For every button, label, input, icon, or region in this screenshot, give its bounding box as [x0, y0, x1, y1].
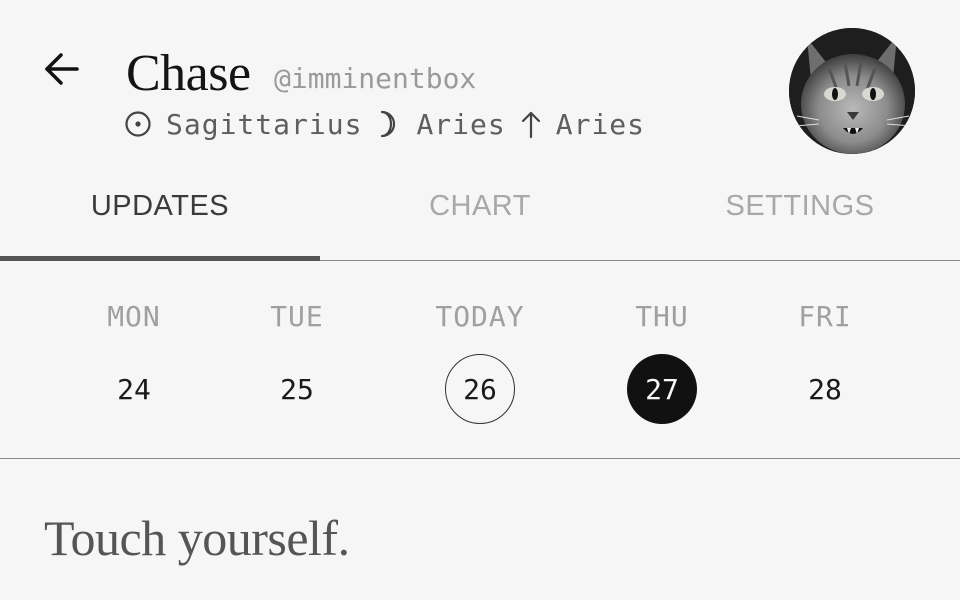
daily-message: Touch yourself. [44, 510, 350, 566]
day-date: 28 [808, 372, 842, 406]
back-button[interactable] [38, 46, 84, 92]
sun-sign: Sagittarius [166, 107, 363, 141]
tab-bar: UPDATES CHART SETTINGS [0, 176, 960, 262]
day-date: 25 [280, 372, 314, 406]
day-fri[interactable]: FRI 28 [760, 262, 890, 458]
rising-sign: Aries [555, 107, 646, 141]
day-date-selected: 27 [627, 354, 697, 424]
day-label: MON [107, 300, 161, 333]
day-thu[interactable]: THU 27 [597, 262, 727, 458]
profile-name: Chase [126, 45, 251, 102]
tab-chart[interactable]: CHART [320, 176, 640, 236]
day-label: FRI [798, 300, 852, 333]
astro-signs: Sagittarius Aries Aries [124, 106, 659, 142]
cat-avatar [789, 28, 915, 154]
day-mon[interactable]: MON 24 [69, 262, 199, 458]
profile-screen: Chase @imminentbox Sagittarius Aries Ari… [0, 0, 960, 600]
tab-settings[interactable]: SETTINGS [640, 176, 960, 236]
week-divider [0, 458, 960, 459]
active-tab-indicator [0, 256, 320, 261]
day-label: THU [635, 300, 689, 333]
day-today[interactable]: TODAY 26 [415, 262, 545, 458]
day-tue[interactable]: TUE 25 [232, 262, 362, 458]
arrow-left-icon [45, 53, 79, 85]
moon-sign: Aries [416, 107, 506, 141]
tab-updates[interactable]: UPDATES [0, 176, 320, 236]
sun-icon [124, 110, 152, 138]
profile-handle: @imminentbox [274, 62, 477, 95]
day-label: TODAY [435, 300, 525, 333]
day-date-today: 26 [445, 354, 515, 424]
rising-arrow-icon [520, 109, 542, 139]
week-strip: MON 24 TUE 25 TODAY 26 THU 27 FRI 28 [0, 262, 960, 458]
avatar[interactable] [789, 28, 915, 154]
day-label: TUE [270, 300, 324, 333]
day-date: 24 [117, 372, 151, 406]
moon-icon [376, 109, 402, 139]
